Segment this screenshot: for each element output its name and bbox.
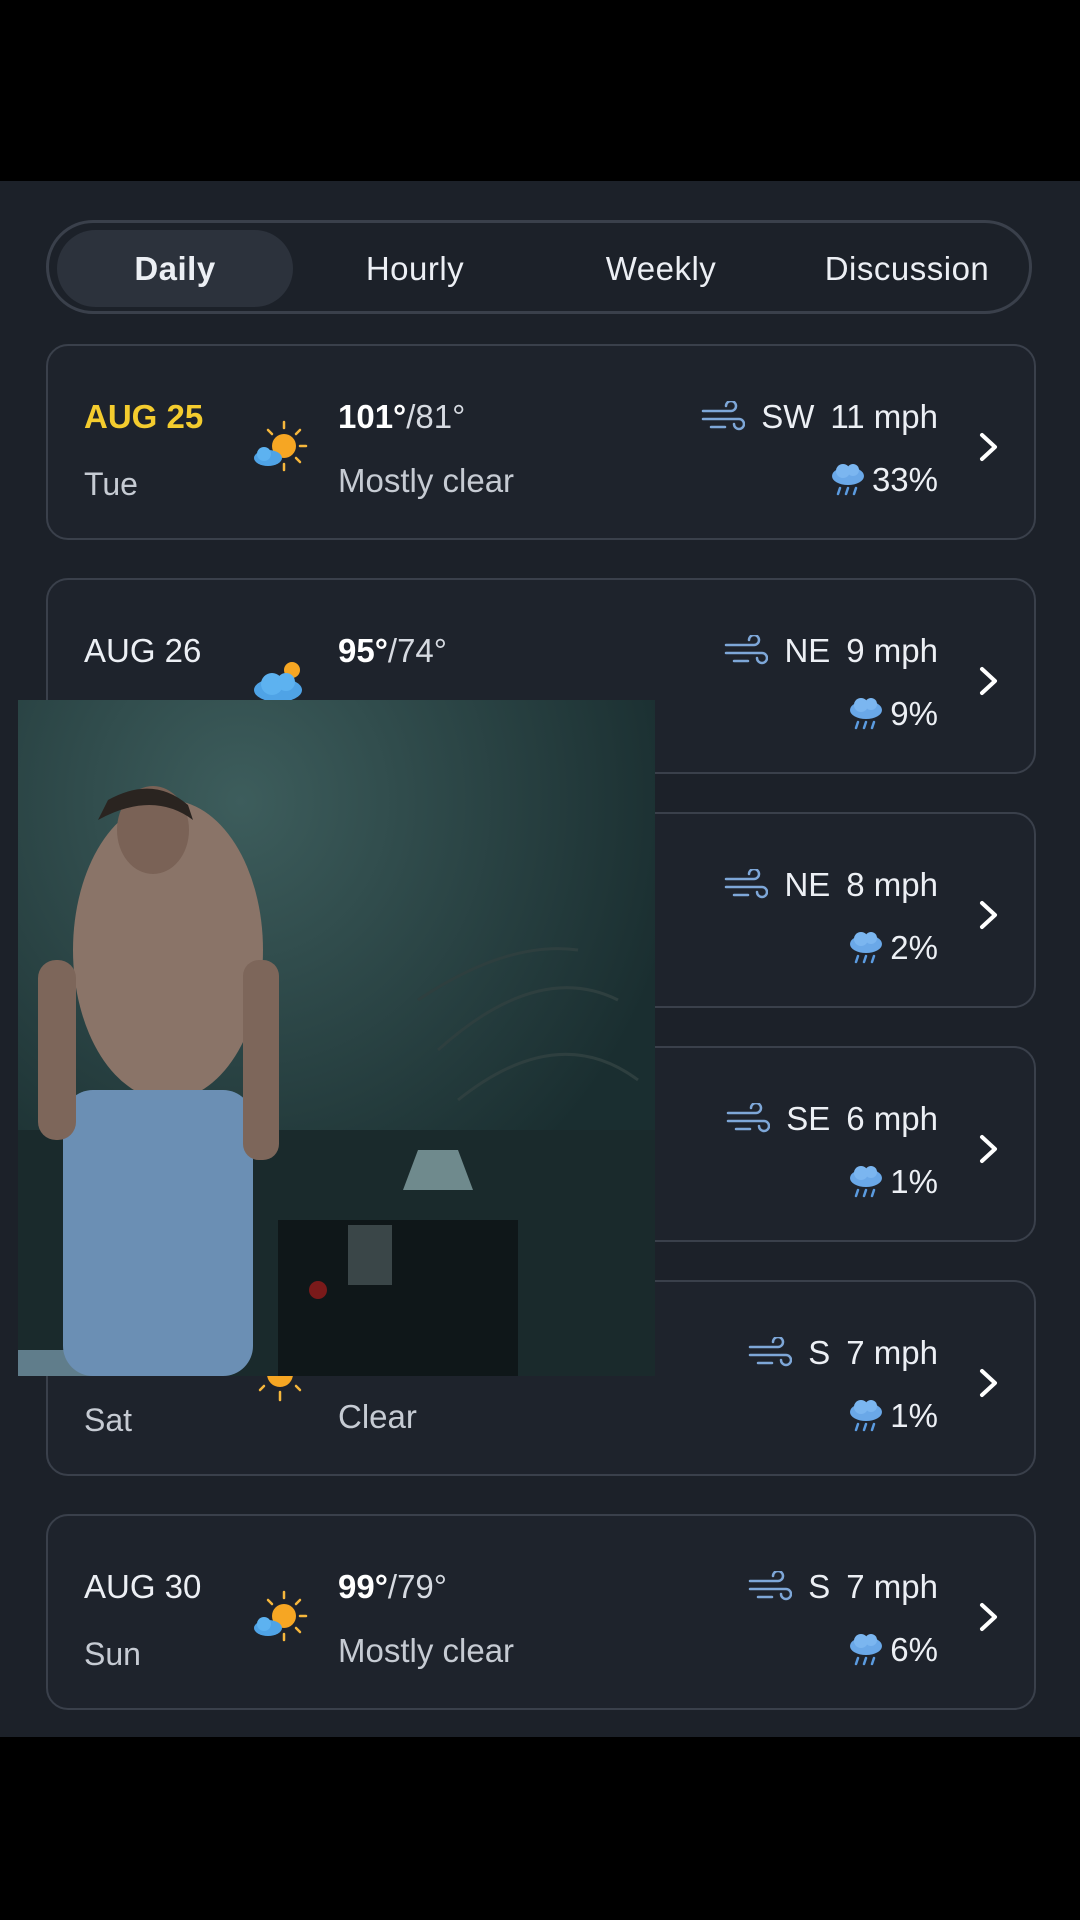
wind-speed: 11 mph xyxy=(830,398,938,435)
day-card[interactable]: AUG 25 Tue 101°/81° Mostly clear SW 11 m… xyxy=(46,344,1036,540)
chevron-right-icon xyxy=(980,901,997,929)
tab-discussion[interactable]: Discussion xyxy=(789,230,1025,307)
wind: S 7 mph xyxy=(748,1334,938,1372)
day-of-week: Tue xyxy=(84,466,138,502)
chevron-right-icon xyxy=(980,1135,997,1163)
video-frame xyxy=(18,700,655,1376)
tab-weekly[interactable]: Weekly xyxy=(543,230,779,307)
low-temp: /79° xyxy=(387,1568,447,1605)
wind-direction: S xyxy=(808,1568,831,1605)
condition: Clear xyxy=(338,1398,417,1435)
wind-speed: 9 mph xyxy=(846,632,938,669)
precipitation: 1% xyxy=(846,1396,938,1436)
tab-daily[interactable]: Daily xyxy=(57,230,293,307)
wind-speed: 7 mph xyxy=(846,1568,938,1605)
day-date: AUG 30 xyxy=(84,1568,202,1605)
wind-direction: SW xyxy=(761,398,815,435)
wind-direction: S xyxy=(808,1334,831,1371)
wind-direction: NE xyxy=(784,866,831,903)
chevron-right-icon xyxy=(980,433,997,461)
video-overlay[interactable] xyxy=(18,700,655,1376)
sun-cloud-icon xyxy=(254,1590,308,1642)
day-of-week: Sat xyxy=(84,1402,133,1438)
rain-cloud-icon xyxy=(850,1400,883,1432)
chevron-right-icon xyxy=(980,1603,997,1631)
day-of-week: Sun xyxy=(84,1636,141,1672)
wind-icon xyxy=(701,401,746,431)
high-temp: 101° xyxy=(338,398,407,435)
screen: Daily Hourly Weekly Discussion AUG 25 Tu… xyxy=(0,0,1080,1920)
day-date: AUG 26 xyxy=(84,632,202,669)
precipitation: 9% xyxy=(846,694,938,734)
wind-icon xyxy=(727,1103,771,1133)
wind-direction: NE xyxy=(784,632,831,669)
wind-speed: 6 mph xyxy=(846,1100,938,1137)
day-card[interactable]: AUG 30 Sun 99°/79° Mostly clear S 7 mph xyxy=(46,1514,1036,1710)
high-temp: 95° xyxy=(338,632,388,669)
wind: NE 8 mph xyxy=(724,866,938,904)
wind: SE 6 mph xyxy=(726,1100,938,1138)
wind: SW 11 mph xyxy=(701,398,938,436)
precip-chance: 33% xyxy=(871,461,938,498)
precip-chance: 1% xyxy=(890,1397,938,1434)
precipitation: 1% xyxy=(846,1162,938,1202)
chevron-right-icon xyxy=(980,1369,997,1397)
precip-chance: 1% xyxy=(890,1163,938,1200)
rain-cloud-icon xyxy=(850,698,883,730)
precipitation: 6% xyxy=(846,1630,938,1670)
wind: S 7 mph xyxy=(748,1568,938,1606)
low-temp: /81° xyxy=(406,398,466,435)
wind-speed: 7 mph xyxy=(846,1334,938,1371)
rain-cloud-icon xyxy=(850,1166,883,1198)
precip-chance: 6% xyxy=(890,1631,938,1668)
wind: NE 9 mph xyxy=(724,632,938,670)
wind-icon xyxy=(725,869,769,899)
precipitation: 2% xyxy=(846,928,938,968)
rain-cloud-icon xyxy=(850,932,883,964)
temperature: 99°/79° xyxy=(338,1568,447,1606)
sun-cloud-icon xyxy=(254,420,308,472)
low-temp: /74° xyxy=(387,632,447,669)
wind-icon xyxy=(725,635,769,665)
wind-icon xyxy=(749,1571,793,1601)
temperature: 95°/74° xyxy=(338,632,447,670)
rain-cloud-icon xyxy=(850,1634,883,1666)
condition: Mostly clear xyxy=(338,462,515,499)
temperature: 101°/81° xyxy=(338,398,465,436)
precipitation: 33% xyxy=(828,460,938,500)
wind-speed: 8 mph xyxy=(846,866,938,903)
rain-cloud-icon xyxy=(831,464,864,496)
precip-chance: 2% xyxy=(890,929,938,966)
chevron-right-icon xyxy=(980,667,997,695)
wind-icon xyxy=(749,1337,793,1367)
precip-chance: 9% xyxy=(890,695,938,732)
condition: Mostly clear xyxy=(338,1632,515,1669)
wind-direction: SE xyxy=(786,1100,831,1137)
forecast-tabs: Daily Hourly Weekly Discussion xyxy=(46,220,1032,314)
high-temp: 99° xyxy=(338,1568,388,1605)
tab-hourly[interactable]: Hourly xyxy=(297,230,533,307)
day-date: AUG 25 xyxy=(84,398,204,435)
